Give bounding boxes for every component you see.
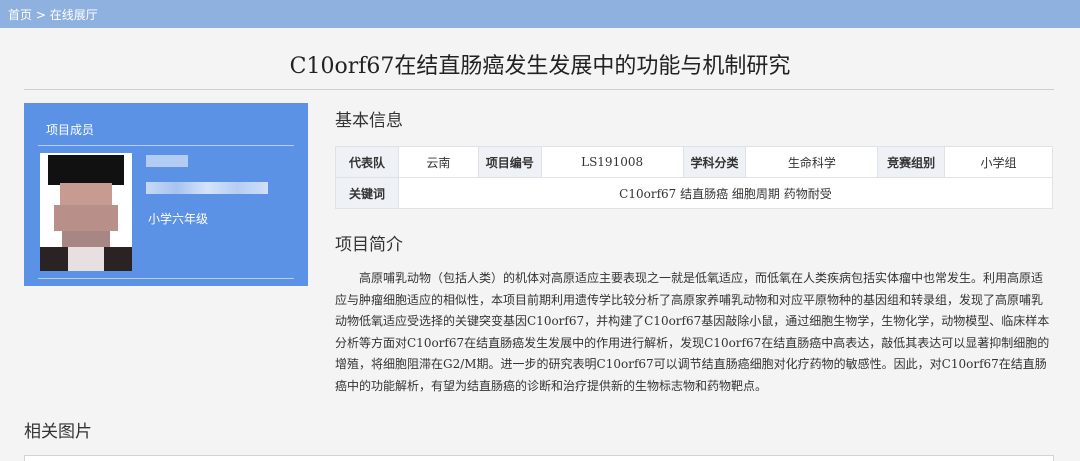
- top-nav-bar: 首页 > 在线展厅: [0, 0, 1080, 28]
- breadcrumb: 首页 > 在线展厅: [8, 6, 98, 23]
- group-value: 小学组: [944, 146, 1053, 178]
- member-school-redacted: [146, 182, 268, 194]
- table-row: 代表队 云南 项目编号 LS191008 学科分类 生命科学 竞赛组别 小学组: [335, 146, 1053, 178]
- member-avatar: [40, 153, 132, 271]
- project-number-value: LS191008: [540, 146, 684, 178]
- keywords-label: 关键词: [335, 177, 399, 209]
- breadcrumb-current-link[interactable]: 在线展厅: [50, 8, 98, 22]
- intro-text: 高原哺乳动物（包括人类）的机体对高原适应主要表现之一就是低氧适应，而低氧在人类疾…: [335, 271, 1050, 393]
- related-images-panel: [24, 455, 1054, 461]
- basic-info-heading: 基本信息: [335, 111, 403, 131]
- basic-info-table: 代表队 云南 项目编号 LS191008 学科分类 生命科学 竞赛组别 小学组 …: [335, 146, 1054, 209]
- intro-heading: 项目简介: [335, 235, 403, 255]
- discipline-value: 生命科学: [745, 146, 879, 178]
- member-divider-top: [38, 145, 294, 146]
- discipline-label: 学科分类: [682, 146, 747, 178]
- related-images-heading: 相关图片: [24, 422, 92, 442]
- intro-body: 高原哺乳动物（包括人类）的机体对高原适应主要表现之一就是低氧适应，而低氧在人类疾…: [335, 268, 1053, 397]
- breadcrumb-separator: >: [32, 8, 50, 22]
- table-row: 关键词 C10orf67 结直肠癌 细胞周期 药物耐受: [335, 177, 1054, 209]
- project-title: C10orf67在结直肠癌发生发展中的功能与机制研究: [289, 54, 791, 79]
- member-card: 项目成员 小学六年级: [24, 103, 308, 286]
- breadcrumb-home-link[interactable]: 首页: [8, 8, 32, 22]
- member-name-redacted: [146, 155, 188, 167]
- team-label: 代表队: [335, 146, 399, 178]
- member-grade: 小学六年级: [148, 212, 209, 226]
- member-heading: 项目成员: [46, 123, 95, 137]
- member-divider-bottom: [38, 278, 294, 279]
- project-number-label: 项目编号: [477, 146, 542, 178]
- group-label: 竞赛组别: [877, 146, 946, 178]
- title-divider: [24, 89, 1054, 90]
- team-value: 云南: [397, 146, 479, 178]
- keywords-value: C10orf67 结直肠癌 细胞周期 药物耐受: [397, 177, 1054, 209]
